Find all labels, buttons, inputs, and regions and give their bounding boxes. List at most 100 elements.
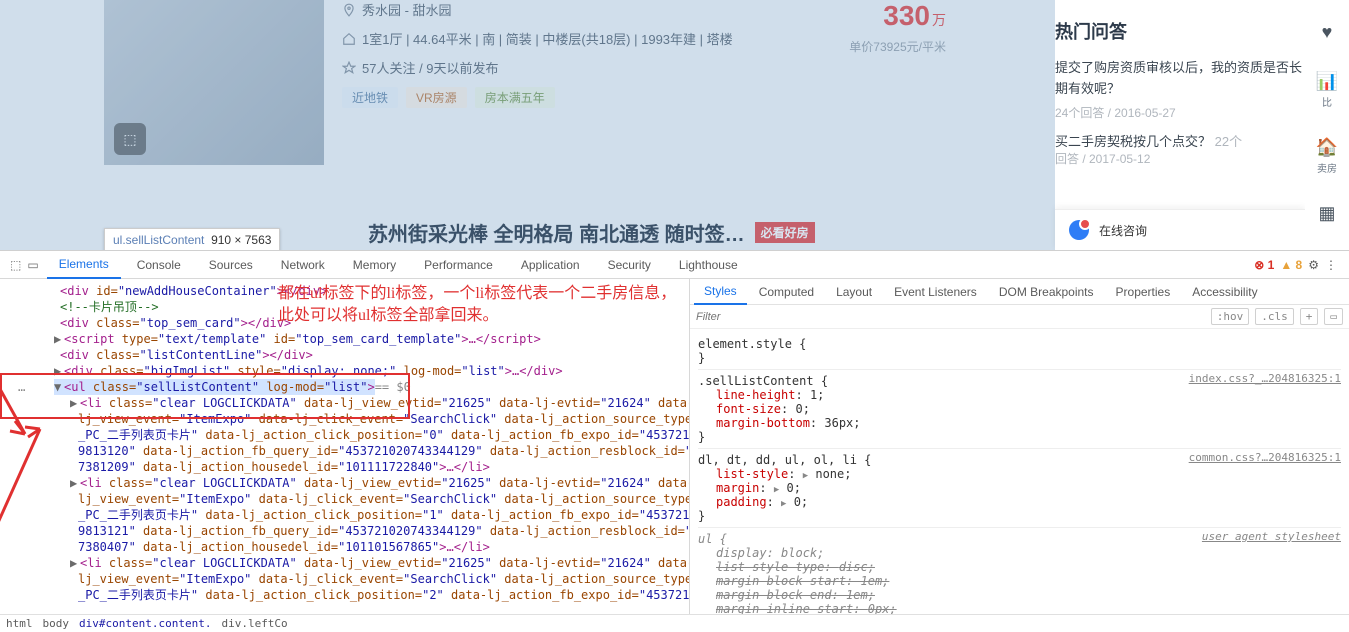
- webpage-area: ⬚ 秀水园 - 甜水园 1室1厅 | 44.64平米 | 南 | 简装 | 中楼…: [0, 0, 1349, 250]
- dom-line[interactable]: lj_view_event="ItemExpo" data-lj_click_e…: [48, 491, 689, 507]
- faq-question-1[interactable]: 提交了购房资质审核以后，我的资质是否长期有效呢？: [1055, 58, 1305, 100]
- dom-line[interactable]: 9813121" data-lj_action_fb_query_id="453…: [48, 523, 689, 539]
- css-rule[interactable]: element.style { }: [698, 333, 1341, 370]
- subtab-layout[interactable]: Layout: [826, 279, 882, 305]
- css-rule[interactable]: index.css?_…204816325:1 .sellListContent…: [698, 370, 1341, 449]
- listing-thumbnail[interactable]: ⬚: [104, 0, 324, 165]
- styles-filter-row: :hov .cls + ▭: [690, 305, 1349, 329]
- tab-performance[interactable]: Performance: [412, 251, 505, 279]
- dom-line[interactable]: 7381209" data-lj_action_housedel_id="101…: [48, 459, 689, 475]
- cls-toggle[interactable]: .cls: [1255, 308, 1294, 325]
- rail-favorite[interactable]: ♥: [1322, 22, 1333, 43]
- styles-filter-input[interactable]: [696, 311, 1205, 323]
- listing-card[interactable]: ⬚ 秀水园 - 甜水园 1室1厅 | 44.64平米 | 南 | 简装 | 中楼…: [104, 0, 1004, 165]
- tag-subway: 近地铁: [342, 87, 398, 108]
- must-see-badge: 必看好房: [755, 222, 815, 243]
- vr-badge-icon: ⬚: [114, 123, 146, 155]
- annotation-box: [0, 373, 410, 419]
- warning-count-icon[interactable]: ▲ 8: [1280, 258, 1302, 272]
- price-number: 330: [883, 0, 930, 31]
- devtools-main-tabs: ⬚ ▭ Elements Console Sources Network Mem…: [0, 251, 1349, 279]
- rail-compare[interactable]: 📊比: [1316, 71, 1338, 109]
- tag-vr: VR房源: [406, 87, 467, 108]
- specs-text: 1室1厅 | 44.64平米 | 南 | 简装 | 中楼层(共18层) | 19…: [362, 29, 733, 48]
- tab-sources[interactable]: Sources: [197, 251, 265, 279]
- bc-leftco[interactable]: div.leftCo: [221, 617, 287, 630]
- dom-line[interactable]: _PC_二手列表页卡片" data-lj_action_click_positi…: [48, 587, 689, 603]
- dom-line[interactable]: _PC_二手列表页卡片" data-lj_action_click_positi…: [48, 507, 689, 523]
- subtab-properties[interactable]: Properties: [1106, 279, 1181, 305]
- dom-line[interactable]: _PC_二手列表页卡片" data-lj_action_click_positi…: [48, 427, 689, 443]
- house-icon: [342, 32, 356, 46]
- kebab-menu-icon[interactable]: ⋮: [1325, 258, 1337, 272]
- error-count-icon[interactable]: ⊗ 1: [1254, 258, 1274, 272]
- settings-gear-icon[interactable]: ⚙: [1308, 258, 1319, 272]
- dom-line[interactable]: lj_view_event="ItemExpo" data-lj_click_e…: [48, 571, 689, 587]
- hov-toggle[interactable]: :hov: [1211, 308, 1250, 325]
- tag-row: 近地铁 VR房源 房本满五年: [342, 87, 986, 108]
- css-rule-ua[interactable]: user agent stylesheet ul { display: bloc…: [698, 528, 1341, 614]
- css-source-link[interactable]: common.css?…204816325:1: [1189, 451, 1341, 464]
- devtools-panel: ⬚ ▭ Elements Console Sources Network Mem…: [0, 250, 1349, 632]
- new-style-rule-icon[interactable]: +: [1300, 308, 1319, 325]
- tab-elements[interactable]: Elements: [47, 251, 121, 279]
- tab-memory[interactable]: Memory: [341, 251, 408, 279]
- side-icon-rail: ♥ 📊比 🏠卖房 ▦ ▲TOP ⊡: [1305, 0, 1349, 250]
- tab-security[interactable]: Security: [596, 251, 663, 279]
- second-listing-title[interactable]: 苏州街采光棒 全明格局 南北通透 随时签… 必看好房: [368, 218, 815, 247]
- styles-subtabs: Styles Computed Layout Event Listeners D…: [690, 279, 1349, 305]
- compare-icon: 📊: [1316, 71, 1338, 92]
- css-rule[interactable]: common.css?…204816325:1 dl, dt, dd, ul, …: [698, 449, 1341, 528]
- rail-sell[interactable]: 🏠卖房: [1316, 137, 1338, 175]
- tab-network[interactable]: Network: [269, 251, 337, 279]
- dom-line[interactable]: 7380407" data-lj_action_housedel_id="101…: [48, 539, 689, 555]
- dom-line[interactable]: ▶<li class="clear LOGCLICKDATA" data-lj_…: [48, 475, 689, 491]
- annotation-arrow-2: [0, 419, 60, 579]
- chat-icon: [1069, 220, 1089, 240]
- bc-html[interactable]: html: [6, 617, 33, 630]
- styles-pane: Styles Computed Layout Event Listeners D…: [689, 279, 1349, 614]
- subtab-accessibility[interactable]: Accessibility: [1182, 279, 1267, 305]
- faq-meta-2: 回答 / 2017-05-12: [1055, 150, 1305, 167]
- tag-fiveyear: 房本满五年: [475, 87, 555, 108]
- subtab-computed[interactable]: Computed: [749, 279, 824, 305]
- bc-content[interactable]: div#content.content.: [79, 617, 211, 630]
- online-chat-button[interactable]: 在线咨询: [1055, 209, 1305, 250]
- dom-line[interactable]: <div class="listContentLine"></div>: [48, 347, 689, 363]
- styles-pane-menu-icon[interactable]: ▭: [1324, 308, 1343, 325]
- dom-line[interactable]: 9813120" data-lj_action_fb_query_id="453…: [48, 443, 689, 459]
- location-icon: [342, 3, 356, 17]
- subtab-dombreakpoints[interactable]: DOM Breakpoints: [989, 279, 1104, 305]
- tab-lighthouse[interactable]: Lighthouse: [667, 251, 750, 279]
- faq-title: 热门问答: [1055, 18, 1305, 44]
- sell-icon: 🏠: [1316, 137, 1338, 158]
- tab-console[interactable]: Console: [125, 251, 193, 279]
- location-text[interactable]: 秀水园 - 甜水园: [362, 0, 452, 19]
- price-unit: 万: [932, 12, 946, 28]
- subtab-styles[interactable]: Styles: [694, 279, 747, 305]
- styles-rules[interactable]: element.style { } index.css?_…204816325:…: [690, 329, 1349, 614]
- inspect-element-icon[interactable]: ⬚: [10, 258, 21, 272]
- grid-icon: ▦: [1318, 203, 1335, 224]
- ua-stylesheet-label: user agent stylesheet: [1202, 530, 1341, 543]
- dom-line[interactable]: ▶<li class="clear LOGCLICKDATA" data-lj_…: [48, 555, 689, 571]
- bc-body[interactable]: body: [43, 617, 70, 630]
- dom-line[interactable]: ▶<script type="text/template" id="top_se…: [48, 331, 689, 347]
- price-block: 330万 单价73925元/平米: [849, 0, 946, 55]
- elements-breadcrumb[interactable]: html body div#content.content. div.leftC…: [0, 614, 1349, 632]
- rail-grid[interactable]: ▦: [1318, 203, 1335, 224]
- device-toggle-icon[interactable]: ▭: [27, 258, 38, 272]
- inspect-dimension-tooltip: ul.sellListContent 910 × 7563: [104, 228, 280, 250]
- faq-panel: 热门问答 提交了购房资质审核以后，我的资质是否长期有效呢？ 24个回答 / 20…: [1055, 0, 1305, 250]
- user-annotation-text: 都在ul标签下的li标签，一个li标签代表一个二手房信息， 此处可以将ul标签全…: [278, 283, 676, 328]
- elements-tree[interactable]: 都在ul标签下的li标签，一个li标签代表一个二手房信息， 此处可以将ul标签全…: [0, 279, 689, 614]
- faq-meta-1: 24个回答 / 2016-05-27: [1055, 104, 1305, 121]
- tab-application[interactable]: Application: [509, 251, 592, 279]
- heart-icon: ♥: [1322, 22, 1333, 43]
- star-icon: [342, 61, 356, 75]
- unit-price: 单价73925元/平米: [849, 38, 946, 55]
- subtab-eventlisteners[interactable]: Event Listeners: [884, 279, 987, 305]
- follow-text: 57人关注 / 9天以前发布: [362, 58, 499, 77]
- css-source-link[interactable]: index.css?_…204816325:1: [1189, 372, 1341, 385]
- faq-question-2[interactable]: 买二手房契税按几个点交？ 22个: [1055, 131, 1305, 150]
